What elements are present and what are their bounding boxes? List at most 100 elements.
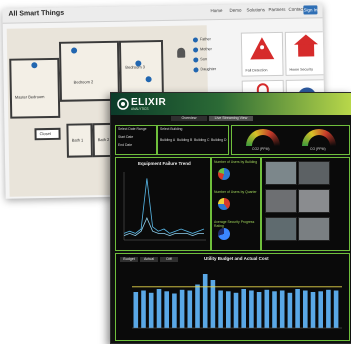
building-option[interactable]: Building D [211, 138, 226, 142]
room-label: Bath 2 [97, 136, 110, 143]
elixir-dashboard-window: ELIXIR ANALYTICS Overview Live Streaming… [110, 92, 351, 344]
budget-bar [272, 291, 277, 329]
budget-title: Utility Budget and Actual Cost [204, 256, 269, 261]
date-range-panel: Select Date Range Start Date End Date [115, 125, 157, 155]
budget-bar [133, 292, 139, 328]
tab-overview[interactable]: Overview [171, 116, 207, 121]
elixir-logo-icon [117, 98, 129, 110]
legend-mother: Mother [200, 47, 212, 52]
nav-partners[interactable]: Partners [268, 7, 285, 12]
alert-card-security[interactable]: Home Security [284, 31, 326, 76]
budget-bar [256, 292, 262, 328]
building-option[interactable]: Building A [160, 138, 175, 142]
nav-solutions[interactable]: Solutions [246, 7, 265, 12]
nav-home[interactable]: Home [210, 8, 222, 13]
co2-gauge [246, 129, 280, 146]
person-marker[interactable] [145, 76, 152, 83]
building-select-title: Select Building [160, 127, 183, 131]
utility-budget-panel: Budget Actual Diff Utility Budget and Ac… [115, 253, 350, 341]
tab-live-streaming[interactable]: Live Streaming View [209, 116, 253, 121]
legend-dot [193, 47, 199, 53]
air-quality-panel: CO2 (PPM) CO (PPM) [231, 125, 350, 155]
budget-bar [295, 289, 300, 328]
budget-bar [226, 291, 231, 329]
pie-chart [218, 228, 230, 240]
start-date-label[interactable]: Start Date [118, 135, 133, 139]
diff-tab[interactable]: Diff [160, 257, 178, 262]
budget-bar [179, 289, 185, 329]
legend-dot [193, 57, 199, 63]
failure-trend-chart [123, 172, 206, 241]
cctv-feed[interactable] [298, 217, 330, 241]
cctv-feed[interactable] [265, 189, 297, 213]
elixir-logo-sub: ANALYTICS [131, 107, 149, 111]
budget-bar [303, 290, 308, 328]
home-alert-icon [294, 34, 319, 57]
budget-bar [210, 280, 216, 328]
cctv-feed[interactable] [265, 217, 297, 241]
budget-bar [148, 292, 154, 329]
room-closet[interactable]: Closet [34, 127, 61, 141]
co-gauge [302, 129, 336, 146]
legend-father: Father [199, 37, 211, 42]
building-option[interactable]: Building B [177, 138, 192, 142]
room-bath-1[interactable]: Bath 1 [66, 123, 93, 158]
room-label: Bath 1 [71, 137, 84, 143]
budget-bar [187, 290, 193, 328]
legend-dot [193, 67, 199, 73]
fall-warning-icon [250, 37, 275, 60]
cctv-panel [261, 157, 350, 251]
signin-button[interactable]: Sign In [303, 5, 318, 15]
budget-bar [333, 290, 339, 328]
cctv-feed[interactable] [298, 161, 330, 185]
actual-tab[interactable]: Actual [140, 257, 158, 262]
trend-title: Equipment Failure Trend [138, 161, 191, 166]
budget-bar [172, 293, 177, 328]
pie-title-2: Number of Users by Quarter [214, 190, 257, 194]
budget-bar [326, 289, 331, 329]
dashboard-header: ELIXIR ANALYTICS [111, 93, 351, 115]
building-select-panel: Select Building Building A Building B Bu… [157, 125, 229, 155]
budget-bar [164, 291, 169, 329]
building-option[interactable]: Building C [194, 138, 209, 142]
co2-label: CO2 (PPM) [252, 147, 270, 151]
pie-title-1: Number of Users by Building [214, 160, 258, 164]
budget-bar-chart [132, 274, 342, 329]
budget-bar [264, 289, 270, 329]
card-title: Fall Detection [245, 68, 268, 73]
nav-demo[interactable]: Demo [229, 8, 241, 13]
budget-tab[interactable]: Budget [120, 257, 138, 262]
budget-bar [202, 274, 208, 328]
pie-chart [218, 168, 230, 180]
equipment-failure-panel: Equipment Failure Trend [115, 157, 211, 251]
room-label: Master Bedroom [14, 94, 45, 100]
location-pin-icon [177, 47, 186, 58]
person-marker[interactable] [71, 47, 78, 54]
co-label: CO (PPM) [310, 147, 326, 151]
person-marker[interactable] [31, 62, 38, 69]
cctv-feed[interactable] [265, 161, 297, 185]
date-range-title: Select Date Range [118, 127, 147, 131]
budget-bar [249, 290, 254, 328]
users-pie-panel: Number of Users by Building Number of Us… [211, 157, 261, 251]
budget-bar [156, 289, 162, 328]
legend-son: Son [200, 57, 208, 62]
site-title[interactable]: All Smart Things [8, 10, 64, 18]
budget-bar [287, 292, 293, 329]
nav-contact[interactable]: Contact [288, 7, 304, 12]
end-date-label[interactable]: End Date [118, 143, 132, 147]
alert-card-fall[interactable]: Fall Detection [240, 31, 284, 77]
budget-bar [279, 290, 285, 328]
budget-bar [195, 284, 200, 328]
person-marker[interactable] [135, 60, 142, 67]
room-label: Bedroom 2 [73, 79, 94, 85]
budget-bar [218, 290, 223, 328]
budget-bar [241, 289, 246, 328]
room-label: Closet [39, 130, 51, 137]
trend-series-line [123, 178, 205, 234]
budget-bar [310, 292, 316, 328]
pie-chart [218, 198, 230, 210]
legend-daughter: Daughter [200, 67, 217, 72]
card-title: Home Security [289, 67, 314, 72]
cctv-feed[interactable] [298, 189, 330, 213]
